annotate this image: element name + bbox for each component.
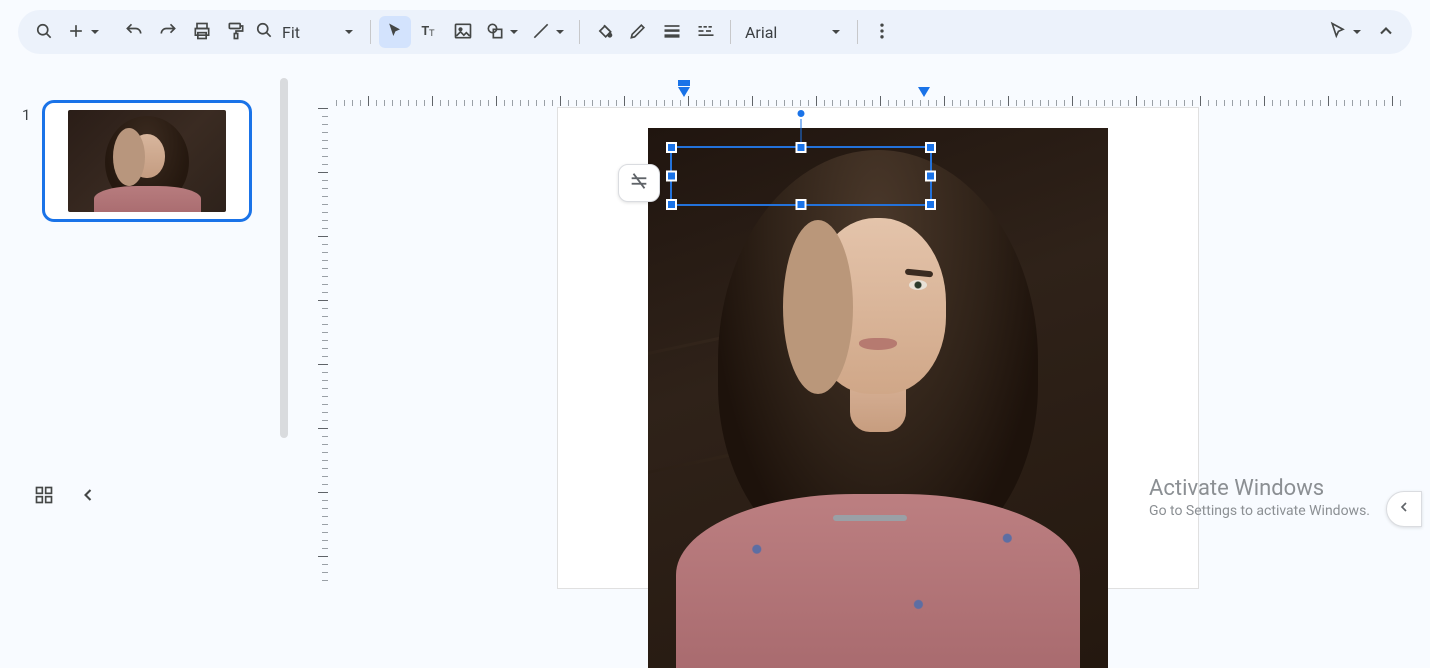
watermark-subtitle: Go to Settings to activate Windows. [1149,503,1370,519]
resize-handle-ml[interactable] [666,171,677,182]
dropdown-arrow-icon [342,25,356,39]
line-weight-icon [662,21,682,44]
floating-format-chip[interactable] [618,164,660,202]
watermark-title: Activate Windows [1149,476,1370,501]
separator [579,20,580,44]
zoom-dropdown[interactable]: Fit [254,16,362,48]
chevron-up-icon [1376,21,1396,44]
print-button[interactable] [186,16,218,48]
resize-handle-tl[interactable] [666,142,677,153]
collapse-toolbar-button[interactable] [1370,16,1402,48]
main-toolbar: Fit TT [18,10,1412,54]
shape-button[interactable] [481,16,525,48]
windows-watermark: Activate Windows Go to Settings to activ… [1149,476,1370,519]
resize-handle-tr[interactable] [925,142,936,153]
undo-icon [124,21,144,44]
grid-view-button[interactable] [28,481,60,513]
filmstrip-scrollbar[interactable] [280,78,288,438]
clear-formatting-icon [628,170,650,196]
dropdown-arrow-icon [553,25,567,39]
line-button[interactable] [527,16,571,48]
rotation-handle[interactable] [796,108,807,119]
line-icon [531,21,551,44]
speaker-notes-handle[interactable] [833,515,907,521]
paint-roller-icon [226,21,246,44]
resize-handle-mr[interactable] [925,171,936,182]
toolbar-right [1324,16,1402,48]
resize-handle-bm[interactable] [796,199,807,210]
resize-handle-tm[interactable] [796,142,807,153]
ellipse-shape[interactable] [783,220,853,394]
separator [857,20,858,44]
selected-textbox[interactable] [670,146,932,206]
search-menus-button[interactable] [28,16,60,48]
more-vertical-icon [872,21,892,44]
new-slide-button[interactable] [62,16,106,48]
border-weight-button[interactable] [656,16,688,48]
redo-button[interactable] [152,16,184,48]
font-dropdown[interactable]: Arial [739,16,849,48]
separator [370,20,371,44]
slide-background-image [648,128,1108,668]
slide-number: 1 [22,100,30,124]
insert-image-button[interactable] [447,16,479,48]
textbox-button[interactable]: TT [413,16,445,48]
search-icon [34,21,54,44]
grid-icon [34,485,54,509]
fill-color-button[interactable] [588,16,620,48]
textbox-icon: TT [419,21,439,44]
more-options-button[interactable] [866,16,898,48]
separator [730,20,731,44]
resize-handle-bl[interactable] [666,199,677,210]
filmstrip-panel: 1 [0,70,280,535]
slide-thumbnail[interactable] [42,100,252,222]
chevron-left-icon [78,485,98,509]
thumbnail-image [68,110,226,212]
dropdown-arrow-icon [88,25,102,39]
canvas-area[interactable] [334,106,1406,535]
redo-icon [158,21,178,44]
vertical-ruler[interactable] [310,100,334,535]
paint-format-button[interactable] [220,16,252,48]
filmstrip-slide[interactable]: 1 [22,100,252,222]
chevron-left-icon [1396,499,1412,519]
select-tool-button[interactable] [379,16,411,48]
paint-bucket-icon [594,21,614,44]
undo-button[interactable] [118,16,150,48]
explore-button[interactable] [1386,491,1422,527]
ruler-right-marker[interactable] [917,86,931,98]
cursor-icon [385,21,405,44]
shape-icon [485,21,505,44]
resize-handle-br[interactable] [925,199,936,210]
image-icon [453,21,473,44]
mode-button[interactable] [1324,16,1368,48]
plus-icon [66,21,86,44]
zoom-icon [254,20,274,44]
font-label: Arial [745,23,777,42]
print-icon [192,21,212,44]
horizontal-ruler[interactable] [334,88,1406,106]
border-color-button[interactable] [622,16,654,48]
dropdown-arrow-icon [829,25,843,39]
dropdown-arrow-icon [507,25,521,39]
line-dash-icon [696,21,716,44]
border-dash-button[interactable] [690,16,722,48]
svg-text:T: T [429,28,435,38]
zoom-label: Fit [278,23,338,42]
pen-icon [628,21,648,44]
cursor-outline-icon [1328,21,1348,44]
filmstrip-collapse-button[interactable] [72,481,104,513]
ruler-indent-marker-top[interactable] [677,79,691,87]
dropdown-arrow-icon [1350,25,1364,39]
